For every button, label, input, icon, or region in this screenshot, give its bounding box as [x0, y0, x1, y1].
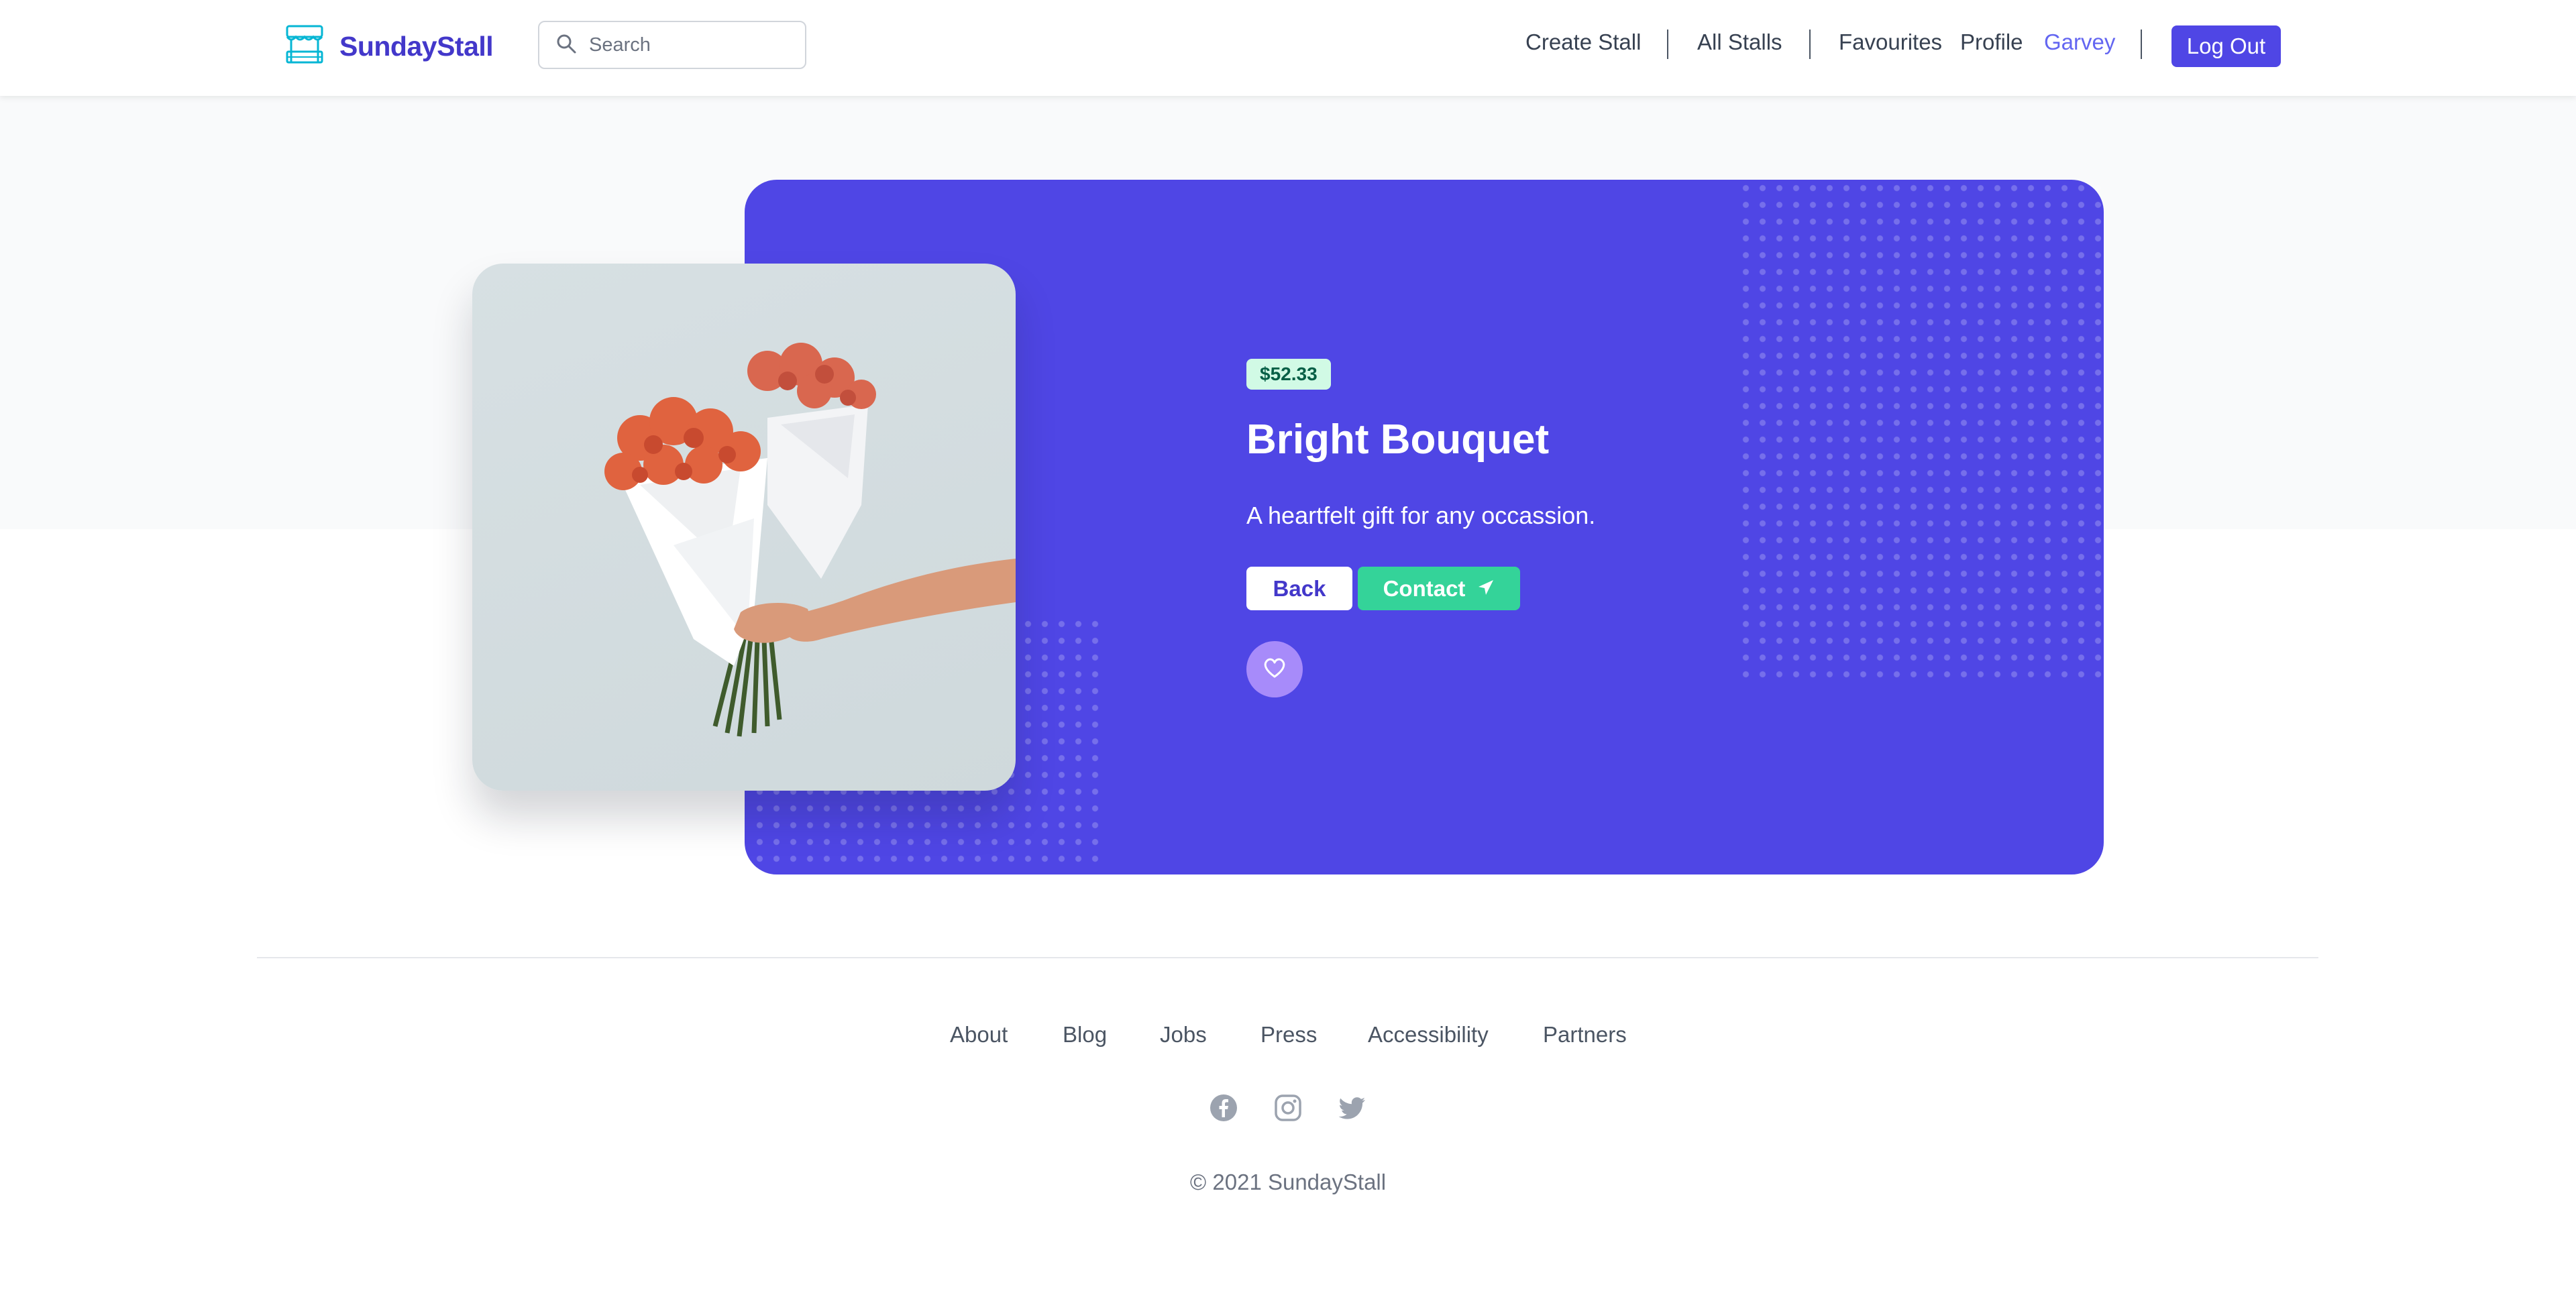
- nav-profile[interactable]: Profile: [1960, 30, 2023, 55]
- navbar: SundayStall Create Stall All Stalls Favo…: [0, 0, 2576, 96]
- price-badge: $52.33: [1246, 359, 1331, 390]
- product-image: [472, 264, 1016, 791]
- logout-button[interactable]: Log Out: [2171, 25, 2281, 67]
- nav-divider: [1809, 30, 1811, 59]
- footer-link-partners[interactable]: Partners: [1543, 1022, 1627, 1048]
- nav-favourites[interactable]: Favourites: [1839, 30, 1942, 55]
- footer-divider: [257, 957, 2318, 958]
- dot-pattern-decoration: [1737, 180, 2104, 683]
- nav-divider: [1667, 30, 1668, 59]
- twitter-icon[interactable]: [1338, 1093, 1367, 1123]
- instagram-icon[interactable]: [1273, 1093, 1303, 1123]
- favourite-button[interactable]: [1246, 641, 1303, 697]
- stall-icon: [283, 23, 326, 70]
- nav-username[interactable]: Garvey: [2044, 30, 2115, 55]
- heart-icon: [1263, 657, 1287, 683]
- footer-link-press[interactable]: Press: [1260, 1022, 1317, 1048]
- search-icon: [555, 33, 577, 58]
- contact-button[interactable]: Contact: [1358, 567, 1520, 610]
- nav-all-stalls[interactable]: All Stalls: [1697, 30, 1782, 55]
- nav-divider: [2141, 30, 2142, 59]
- copyright-text: © 2021 SundayStall: [1189, 1170, 1387, 1194]
- product-title: Bright Bouquet: [1246, 416, 1550, 463]
- brand-logo-link[interactable]: SundayStall: [283, 23, 494, 70]
- search-box[interactable]: [538, 21, 806, 69]
- send-icon: [1477, 576, 1495, 602]
- contact-button-label: Contact: [1383, 575, 1466, 601]
- footer-link-accessibility[interactable]: Accessibility: [1368, 1022, 1489, 1048]
- facebook-icon[interactable]: [1209, 1093, 1238, 1123]
- product-description: A heartfelt gift for any occassion.: [1246, 502, 1596, 529]
- footer-link-jobs[interactable]: Jobs: [1160, 1022, 1207, 1048]
- search-input[interactable]: [588, 33, 792, 57]
- back-button[interactable]: Back: [1246, 567, 1352, 610]
- bouquet-image: [604, 343, 1016, 737]
- brand-name: SundayStall: [339, 30, 494, 62]
- footer-link-blog[interactable]: Blog: [1063, 1022, 1107, 1048]
- nav-create-stall[interactable]: Create Stall: [1525, 30, 1641, 55]
- footer-nav: About Blog Jobs Press Accessibility Part…: [0, 1022, 2576, 1052]
- footer-link-about[interactable]: About: [950, 1022, 1008, 1048]
